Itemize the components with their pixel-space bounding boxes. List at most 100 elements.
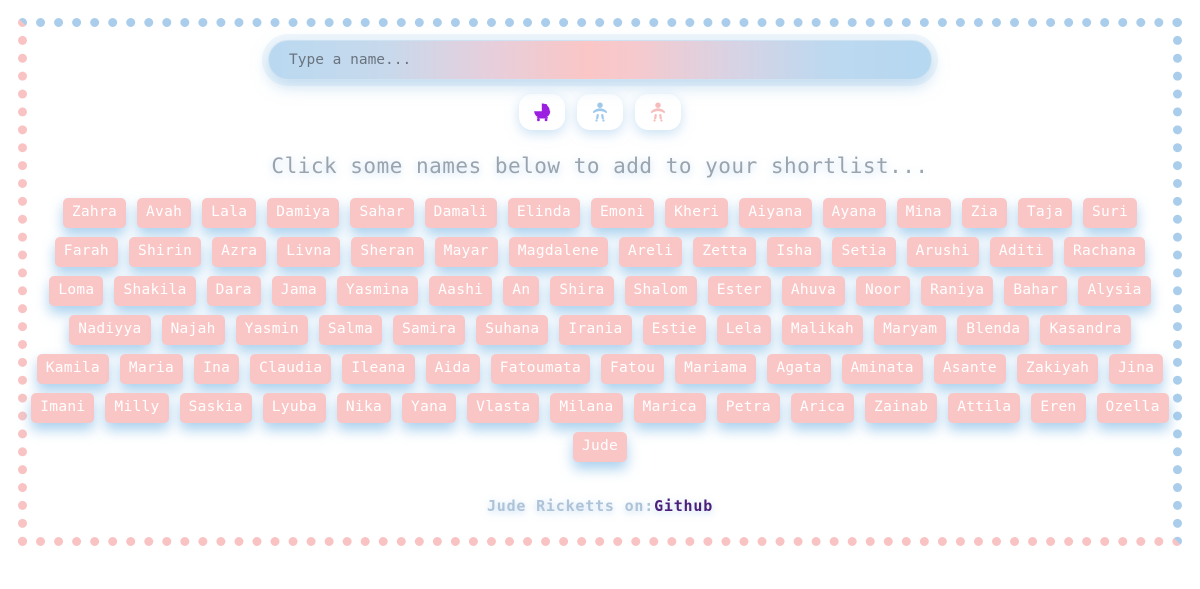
name-tag[interactable]: Mayar <box>434 237 498 267</box>
name-tag[interactable]: Mariama <box>675 354 757 384</box>
name-tag[interactable]: Sheran <box>351 237 424 267</box>
name-tag[interactable]: Shakila <box>114 276 196 306</box>
name-tag[interactable]: Zahra <box>62 198 127 228</box>
name-tag[interactable]: Arushi <box>906 237 979 267</box>
name-tag[interactable]: Alysia <box>1078 276 1151 306</box>
name-tag[interactable]: Fatou <box>600 354 665 384</box>
name-tag[interactable]: Nika <box>336 393 392 423</box>
name-tag[interactable]: Shalom <box>624 276 697 306</box>
name-tag[interactable]: Dara <box>206 276 261 306</box>
name-tag[interactable]: Mina <box>896 198 951 228</box>
name-tag[interactable]: Saskia <box>179 393 252 423</box>
name-tag[interactable]: Nadiyya <box>69 315 151 345</box>
name-tag[interactable]: Jude <box>572 432 628 462</box>
boy-toggle[interactable] <box>577 94 623 130</box>
name-tag[interactable]: Bahar <box>1004 276 1068 306</box>
baby-girl-icon <box>647 101 669 123</box>
name-tag[interactable]: Claudia <box>250 354 332 384</box>
name-tag[interactable]: Maria <box>119 354 184 384</box>
name-tag[interactable]: Eren <box>1031 393 1086 423</box>
name-tag[interactable]: Lala <box>202 198 257 228</box>
name-list: Zahra Avah Lala Damiya Sahar Damali Elinda Emon… <box>30 198 1170 462</box>
name-tag[interactable]: Loma <box>49 276 104 306</box>
name-tag[interactable]: An <box>503 276 540 306</box>
search-input[interactable] <box>268 40 932 80</box>
name-tag[interactable]: Jama <box>271 276 326 306</box>
name-tag[interactable]: Blenda <box>957 315 1030 345</box>
name-tag[interactable]: Farah <box>54 237 118 267</box>
name-tag[interactable]: Ayana <box>822 198 886 228</box>
name-tag[interactable]: Raniya <box>921 276 994 306</box>
name-tag[interactable]: Arica <box>790 393 855 423</box>
name-tag[interactable]: Najah <box>161 315 225 345</box>
name-tag[interactable]: Milana <box>550 393 623 423</box>
name-tag[interactable]: Damali <box>424 198 497 228</box>
name-tag[interactable]: Zetta <box>693 237 757 267</box>
name-tag[interactable]: Samira <box>393 315 466 345</box>
name-tag[interactable]: Sahar <box>350 198 414 228</box>
baby-boy-icon <box>589 101 611 123</box>
name-tag[interactable]: Zainab <box>865 393 938 423</box>
name-tag[interactable]: Elinda <box>507 198 580 228</box>
name-tag[interactable]: Yasmina <box>336 276 419 306</box>
app-root: Click some names below to add to your sh… <box>0 0 1200 589</box>
name-tag[interactable]: Agata <box>767 354 831 384</box>
name-tag[interactable]: Avah <box>137 198 192 228</box>
name-tag[interactable]: Shirin <box>128 237 202 267</box>
name-tag[interactable]: Fatoumata <box>490 354 590 384</box>
name-tag[interactable]: Livna <box>277 237 341 267</box>
name-tag[interactable]: Azra <box>212 237 267 267</box>
name-tag[interactable]: Suri <box>1083 198 1138 228</box>
name-tag[interactable]: Ina <box>194 354 240 384</box>
name-tag[interactable]: Zia <box>961 198 1007 228</box>
name-tag[interactable]: Setia <box>832 237 896 267</box>
name-tag[interactable]: Ester <box>707 276 771 306</box>
name-tag[interactable]: Jina <box>1109 354 1164 384</box>
instruction-heading: Click some names below to add to your sh… <box>271 154 929 178</box>
name-tag[interactable]: Taja <box>1017 198 1072 228</box>
name-tag[interactable]: Kheri <box>665 198 729 228</box>
name-tag[interactable]: Asante <box>933 354 1006 384</box>
name-tag[interactable]: Ileana <box>342 354 415 384</box>
name-tag[interactable]: Irania <box>559 315 632 345</box>
name-tag[interactable]: Rachana <box>1063 237 1146 267</box>
name-tag[interactable]: Malikah <box>781 315 864 345</box>
name-tag[interactable]: Emoni <box>591 198 655 228</box>
name-tag[interactable]: Suhana <box>476 315 549 345</box>
name-tag[interactable]: Kasandra <box>1040 315 1131 345</box>
both-genders-toggle[interactable] <box>519 94 565 130</box>
name-tag[interactable]: Vlasta <box>467 393 540 423</box>
name-tag[interactable]: Zakiyah <box>1016 354 1099 384</box>
name-tag[interactable]: Isha <box>767 237 822 267</box>
gender-filter-group <box>519 94 681 130</box>
name-tag[interactable]: Aida <box>425 354 480 384</box>
name-tag[interactable]: Aiyana <box>739 198 812 228</box>
name-tag[interactable]: Yana <box>402 393 457 423</box>
name-tag[interactable]: Kamila <box>36 354 109 384</box>
name-tag[interactable]: Salma <box>318 315 383 345</box>
footer-author: Jude Ricketts on: <box>486 497 655 515</box>
name-tag[interactable]: Marica <box>633 393 706 423</box>
name-tag[interactable]: Shira <box>550 276 614 306</box>
name-tag[interactable]: Maryam <box>874 315 947 345</box>
name-tag[interactable]: Aditi <box>989 237 1053 267</box>
github-link[interactable]: Github <box>654 497 713 515</box>
name-tag[interactable]: Aminata <box>841 354 923 384</box>
name-tag[interactable]: Estie <box>642 315 706 345</box>
name-tag[interactable]: Aashi <box>429 276 493 306</box>
name-tag[interactable]: Milly <box>105 393 169 423</box>
name-tag[interactable]: Petra <box>716 393 780 423</box>
name-tag[interactable]: Magdalene <box>508 237 609 267</box>
name-tag[interactable]: Yasmin <box>235 315 308 345</box>
name-tag[interactable]: Attila <box>948 393 1021 423</box>
name-tag[interactable]: Ozella <box>1096 393 1169 423</box>
name-tag[interactable]: Ahuva <box>781 276 846 306</box>
name-tag[interactable]: Damiya <box>267 198 340 228</box>
name-tag[interactable]: Noor <box>856 276 911 306</box>
girl-toggle[interactable] <box>635 94 681 130</box>
search-bar <box>268 40 932 80</box>
name-tag[interactable]: Lyuba <box>262 393 326 423</box>
name-tag[interactable]: Imani <box>31 393 95 423</box>
name-tag[interactable]: Areli <box>619 237 683 267</box>
name-tag[interactable]: Lela <box>716 315 771 345</box>
